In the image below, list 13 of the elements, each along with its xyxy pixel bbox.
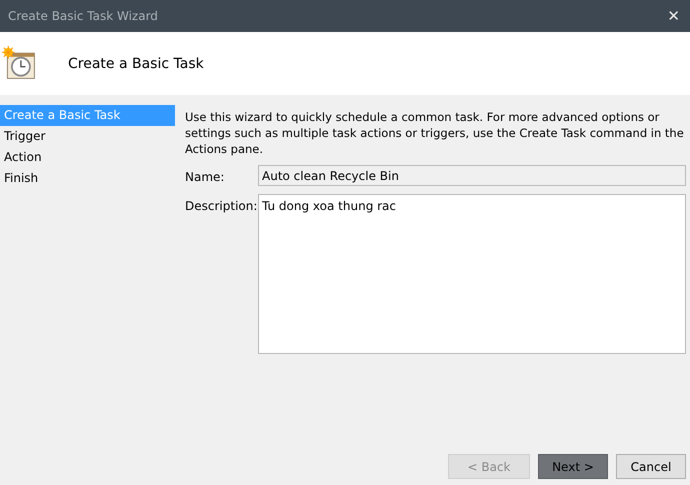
wizard-button[interactable]: Cancel — [616, 454, 686, 479]
name-field[interactable]: Auto clean Recycle Bin — [258, 165, 686, 186]
window-title: Create Basic Task Wizard — [8, 9, 158, 23]
intro-text: Use this wizard to quickly schedule a common task. For more advanced options or settings such as multiple task actions or triggers, use the Create Task command in the Actions pane. — [185, 109, 685, 157]
close-button[interactable]: ✕ — [665, 7, 682, 25]
wizard-button[interactable]: Next > — [538, 454, 608, 479]
header-title: Create a Basic Task — [68, 56, 204, 72]
field-label: Description: — [185, 198, 258, 213]
sidebar-item[interactable]: Action — [0, 147, 175, 168]
description-field[interactable]: Tu dong xoa thung rac — [258, 194, 686, 354]
sidebar-item[interactable]: Trigger — [0, 126, 175, 147]
field-label: Name: — [185, 169, 226, 184]
sidebar-item[interactable]: Finish — [0, 168, 175, 189]
